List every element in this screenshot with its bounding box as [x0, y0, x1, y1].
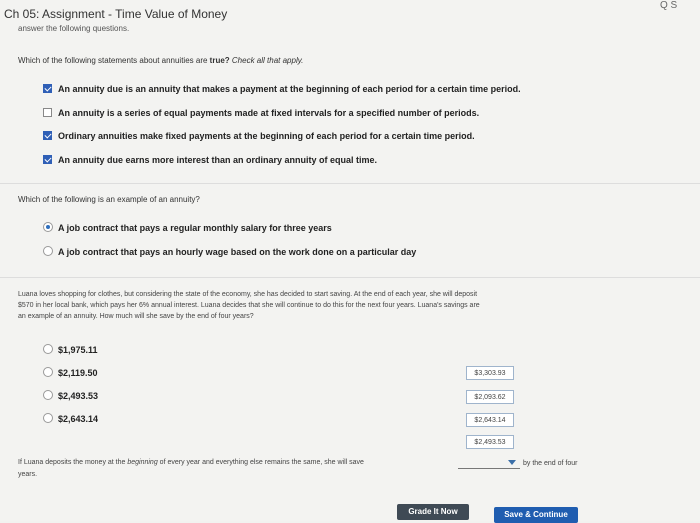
- page: Q S Ch 05: Assignment - Time Value of Mo…: [0, 0, 700, 523]
- q1-option-3-label: Ordinary annuities make fixed payments a…: [58, 131, 475, 141]
- page-title: Ch 05: Assignment - Time Value of Money: [4, 7, 228, 21]
- question-1-prompt: Which of the following statements about …: [18, 56, 304, 65]
- divider: [0, 183, 700, 184]
- drag-answer-box-3[interactable]: $2,643.14: [466, 413, 514, 427]
- q1-option-2-label: An annuity is a series of equal payments…: [58, 108, 480, 118]
- q3-option-2-label: $2,119.50: [58, 368, 98, 378]
- q3-option-4-label: $2,643.14: [58, 414, 99, 424]
- q2-option-2-label: A job contract that pays an hourly wage …: [58, 247, 417, 257]
- drag-answer-box-4[interactable]: $2,493.53: [466, 435, 514, 449]
- q3-radio-2[interactable]: [43, 367, 53, 377]
- answer-dropdown[interactable]: [458, 468, 520, 469]
- q3-option-1-label: $1,975.11: [58, 345, 98, 355]
- divider: [0, 277, 700, 278]
- q1-checkbox-1[interactable]: [43, 84, 52, 93]
- q1-checkbox-4[interactable]: [43, 155, 52, 164]
- chevron-down-icon[interactable]: [508, 460, 516, 465]
- question-3-followup: If Luana deposits the money at the begin…: [18, 459, 364, 466]
- page-subtitle: answer the following questions.: [18, 24, 130, 33]
- q3-option-3-label: $2,493.53: [58, 391, 99, 401]
- q2-radio-1[interactable]: [43, 222, 53, 232]
- q1-checkbox-2[interactable]: [43, 108, 52, 117]
- q3-radio-4[interactable]: [43, 413, 53, 423]
- search-icon[interactable]: Q S: [660, 0, 700, 12]
- drag-answer-box-1[interactable]: $3,303.93: [466, 366, 514, 380]
- q3-radio-3[interactable]: [43, 390, 53, 400]
- question-3-followup-suffix: by the end of four: [523, 460, 578, 467]
- grade-it-now-button[interactable]: Grade It Now: [397, 504, 469, 520]
- q1-option-1-label: An annuity due is an annuity that makes …: [58, 84, 521, 94]
- question-3-followup-years: years.: [18, 471, 38, 478]
- q1-option-4-label: An annuity due earns more interest than …: [58, 155, 378, 165]
- q1-checkbox-3[interactable]: [43, 131, 52, 140]
- q2-option-1-label: A job contract that pays a regular month…: [58, 223, 332, 233]
- question-2-prompt: Which of the following is an example of …: [18, 195, 200, 204]
- q2-radio-2[interactable]: [43, 246, 53, 256]
- question-3-para-line-3: an example of an annuity. How much will …: [18, 313, 254, 320]
- q3-radio-1[interactable]: [43, 344, 53, 354]
- drag-answer-box-2[interactable]: $2,093.62: [466, 390, 514, 404]
